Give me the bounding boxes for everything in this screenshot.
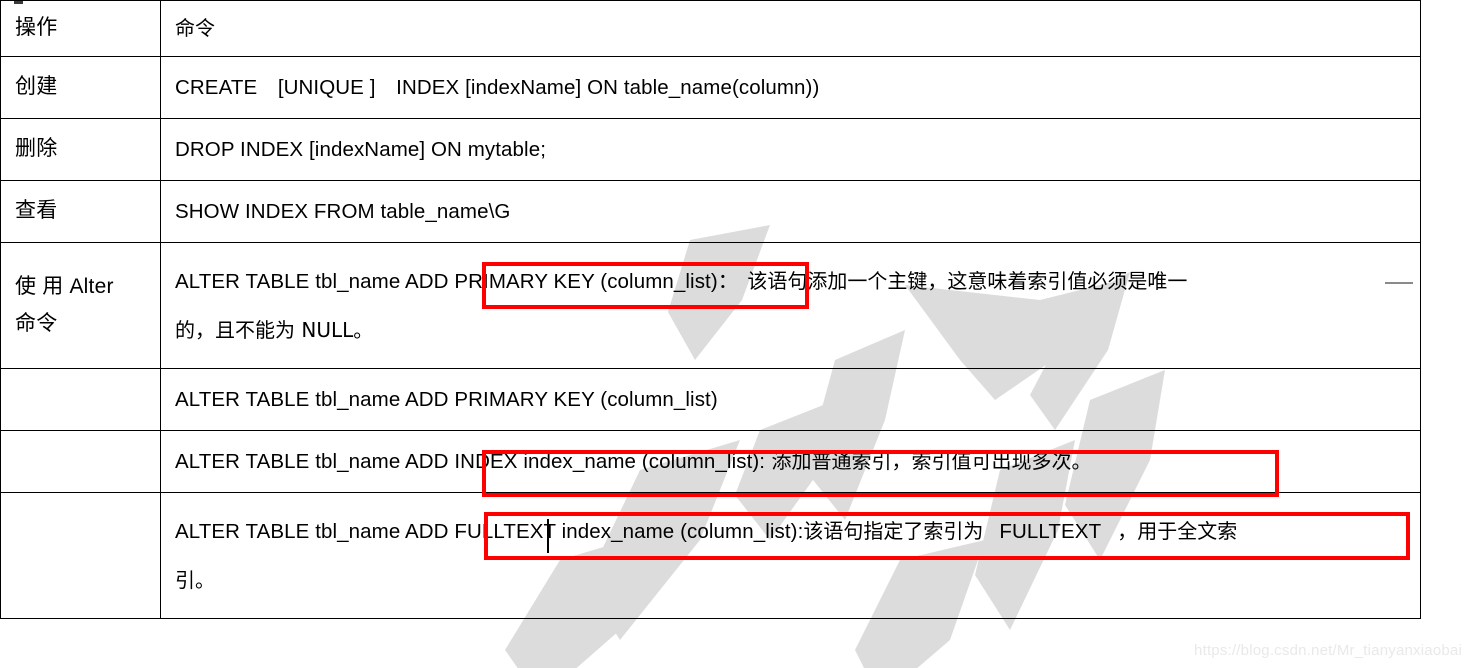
fulltext-line1: ALTER TABLE tbl_name ADD FULLTEXT index_… [175, 515, 1406, 548]
index-prefix-text: ALTER TABLE tbl_name ADD [175, 449, 455, 473]
selection-handle-mark [1385, 282, 1413, 284]
table-row-show: 查看 SHOW INDEX FROM table_name\G [0, 180, 1421, 243]
cell-command-alter-primary-key: ALTER TABLE tbl_name ADD PRIMARY KEY (co… [160, 242, 1421, 369]
cell-operation-alter: 使 用 Alter 命令 [0, 242, 161, 369]
cell-operation-empty-2 [0, 430, 161, 493]
cell-operation-empty-1 [0, 368, 161, 431]
fulltext-boxed-cn2: ，用于全文索 [1117, 518, 1238, 543]
cell-operation-create: 创建 [0, 56, 161, 119]
cell-operation-show: 查看 [0, 180, 161, 243]
stray-mark-artifact [14, 1, 23, 4]
text-caret [547, 519, 549, 553]
index-command-table: 操作 命令 创建 CREATE [UNIQUE ] INDEX [indexNa… [0, 0, 1421, 619]
cell-operation-drop: 删除 [0, 118, 161, 181]
cell-operation-alter-line2: 命令 [15, 311, 58, 335]
cell-command-create: CREATE [UNIQUE ] INDEX [indexName] ON ta… [160, 56, 1421, 119]
index-boxed-cn: 添加普通索引，索引值可出现多次。 [765, 448, 1092, 473]
cell-command-alter-primary-key-plain: ALTER TABLE tbl_name ADD PRIMARY KEY (co… [160, 368, 1421, 431]
header-cell-operation: 操作 [0, 0, 161, 57]
alter-tail-text: 该语句添加一个主键，这意味着索引值必须是唯一 [747, 268, 1188, 293]
cell-command-alter-index: ALTER TABLE tbl_name ADD INDEX index_nam… [160, 430, 1421, 493]
fulltext-boxed-cn: 该语句指定了索引为 [803, 518, 984, 543]
alter-primary-key-line2: 的，且不能为 NULL。 [175, 317, 374, 342]
cell-command-alter-fulltext: ALTER TABLE tbl_name ADD FULLTEXT index_… [160, 492, 1421, 619]
fulltext-line2: 引。 [175, 567, 215, 592]
alter-boxed-text: PRIMARY KEY (column_list)： [454, 269, 739, 293]
alter-primary-key-line1: ALTER TABLE tbl_name ADD PRIMARY KEY (co… [175, 265, 1406, 298]
source-url-watermark: https://blog.csdn.net/Mr_tianyanxiaobai [1194, 642, 1462, 659]
table-row-alter-fulltext: ALTER TABLE tbl_name ADD FULLTEXT index_… [0, 492, 1421, 619]
cell-operation-alter-line1: 使 用 Alter [15, 275, 114, 299]
table-row-alter-index: ALTER TABLE tbl_name ADD INDEX index_nam… [0, 430, 1421, 493]
table-row-drop: 删除 DROP INDEX [indexName] ON mytable; [0, 118, 1421, 181]
alter-prefix-text: ALTER TABLE tbl_name ADD [175, 269, 455, 293]
table-header-row: 操作 命令 [0, 0, 1421, 57]
header-cell-command: 命令 [160, 0, 1421, 57]
fulltext-prefix-text: ALTER TABLE tbl_name ADD [175, 519, 455, 543]
table-row-create: 创建 CREATE [UNIQUE ] INDEX [indexName] ON… [0, 56, 1421, 119]
cell-command-drop: DROP INDEX [indexName] ON mytable; [160, 118, 1421, 181]
cell-command-show: SHOW INDEX FROM table_name\G [160, 180, 1421, 243]
table-row-alter-primary-key-plain: ALTER TABLE tbl_name ADD PRIMARY KEY (co… [0, 368, 1421, 431]
fulltext-boxed-keyword: FULLTEXT [999, 519, 1102, 543]
table-row-alter-primary-key: 使 用 Alter 命令 ALTER TABLE tbl_name ADD PR… [0, 242, 1421, 369]
fulltext-boxed-part1: FULL [454, 519, 504, 543]
index-boxed-code: INDEX index_name (column_list): [454, 449, 766, 473]
cell-operation-empty-3 [0, 492, 161, 619]
